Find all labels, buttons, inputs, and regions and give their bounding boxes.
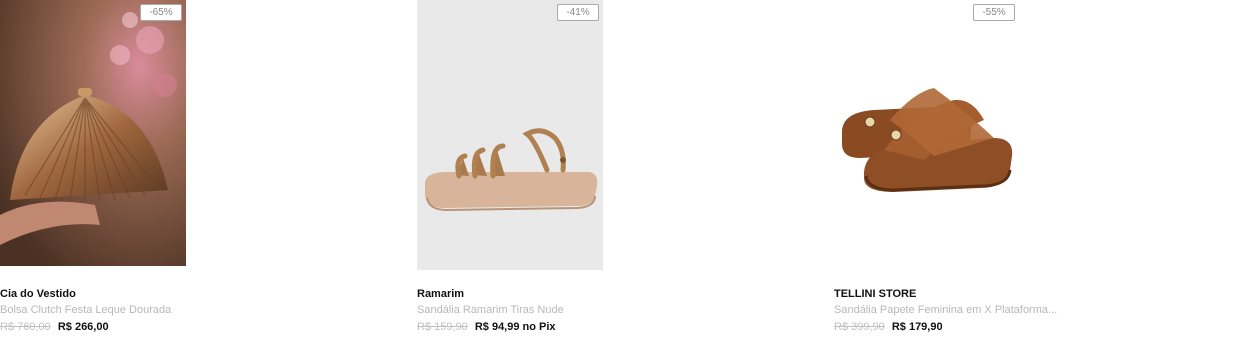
- product-card[interactable]: -41% Ramarim Sandália Ramarim Tiras Nude…: [417, 0, 817, 348]
- clutch-bag-image: [0, 0, 186, 266]
- product-card[interactable]: -55% TELLINI STORE Sandália Papete Femin…: [834, 0, 1234, 348]
- product-brand[interactable]: TELLINI STORE: [834, 288, 916, 300]
- product-title[interactable]: Bolsa Clutch Festa Leque Dourada: [0, 304, 171, 316]
- product-image[interactable]: -55%: [834, 0, 1020, 266]
- product-prices: R$ 760,00 R$ 266,00: [0, 321, 109, 333]
- old-price: R$ 159,90: [417, 321, 468, 333]
- discount-badge: -55%: [973, 4, 1015, 21]
- sandal-image: [417, 0, 603, 270]
- old-price: R$ 760,00: [0, 321, 51, 333]
- product-image[interactable]: -65%: [0, 0, 186, 266]
- current-price: R$ 179,90: [891, 321, 943, 333]
- platform-sandal-image: [834, 0, 1020, 266]
- product-brand[interactable]: Ramarim: [417, 288, 464, 300]
- product-card[interactable]: -65% Cia do Vestido Bolsa Clutch Festa L…: [0, 0, 400, 348]
- current-price: R$ 94,99 no Pix: [474, 321, 556, 333]
- product-title[interactable]: Sandália Papete Feminina em X Plataforma…: [834, 304, 1057, 316]
- old-price: R$ 399,90: [834, 321, 885, 333]
- discount-badge: -65%: [140, 4, 182, 21]
- product-prices: R$ 159,90 R$ 94,99 no Pix: [417, 321, 556, 333]
- current-price: R$ 266,00: [57, 321, 109, 333]
- product-image[interactable]: -41%: [417, 0, 603, 270]
- discount-badge: -41%: [557, 4, 599, 21]
- product-prices: R$ 399,90 R$ 179,90: [834, 321, 943, 333]
- product-title[interactable]: Sandália Ramarim Tiras Nude: [417, 304, 564, 316]
- product-brand[interactable]: Cia do Vestido: [0, 288, 76, 300]
